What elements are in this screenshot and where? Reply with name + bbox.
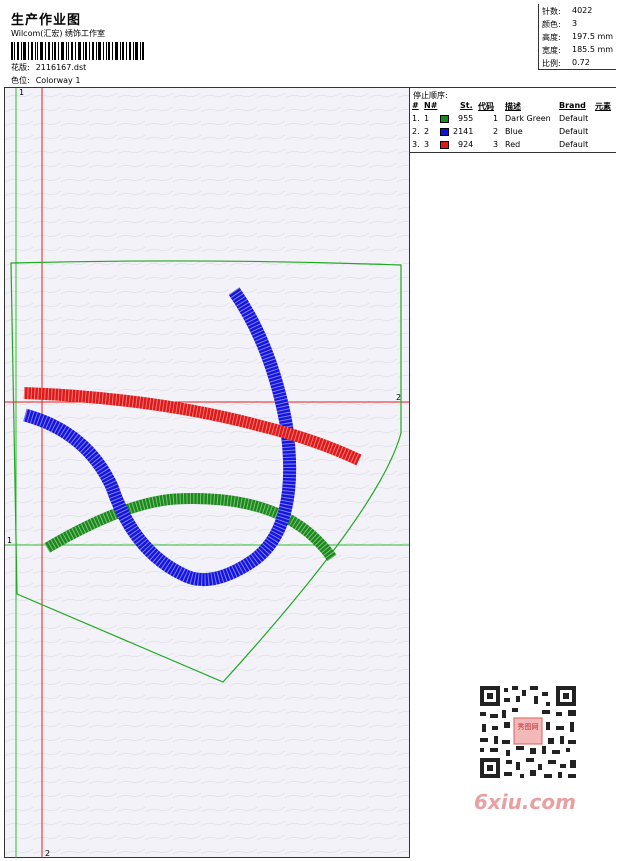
colorway-value: Colorway 1	[35, 76, 81, 85]
col-index: #	[412, 101, 419, 110]
guide-label-red-right: 2	[396, 393, 401, 402]
stat-colors: 颜色: 3	[542, 19, 578, 29]
table-row[interactable]: 1. 1 955 1 Dark Green Default	[410, 114, 616, 127]
col-brand: Brand	[559, 101, 586, 110]
color-swatch	[440, 128, 449, 136]
barcode	[11, 42, 144, 60]
canvas-texture	[5, 88, 409, 858]
col-code: 代码	[478, 102, 494, 111]
design-value: 2116167.dst	[35, 63, 87, 72]
header: 生产作业图 Wilcom(汇宏) 绣饰工作室 花版: 2116167.dst 色位…	[4, 4, 616, 88]
col-element: 元素	[595, 102, 611, 111]
watermark-brand: 6xiu.com	[474, 790, 576, 814]
col-needle: N#	[424, 101, 438, 110]
guide-label-green-left: 1	[7, 536, 12, 545]
table-row[interactable]: 2. 2 2141 2 Blue Default	[410, 127, 616, 140]
col-description: 描述	[505, 102, 521, 111]
qr-code: 秀图网	[472, 682, 584, 782]
watermark-stamp: 秀图网	[513, 717, 543, 745]
guide-label-red-bottom: 2	[45, 849, 50, 858]
guide-label-green-top: 1	[19, 88, 24, 97]
page-title: 生产作业图	[11, 13, 82, 28]
design-canvas[interactable]: 1 1 2 2	[5, 88, 409, 858]
color-swatch	[440, 141, 449, 149]
stat-height: 高度: 197.5 mm	[542, 32, 614, 42]
design-label: 花版:	[11, 63, 30, 72]
company-name: Wilcom(汇宏) 绣饰工作室	[11, 29, 106, 38]
stats-box: 针数: 4022 颜色: 3 高度: 197.5 mm 宽度: 185.5 mm 比例:…	[538, 4, 616, 70]
table-divider	[410, 152, 616, 153]
col-stitches: St.	[460, 101, 473, 110]
colorway-label: 色位:	[11, 76, 30, 85]
design-file-line: 花版: 2116167.dst	[11, 62, 86, 73]
stat-width: 宽度: 185.5 mm	[542, 45, 614, 55]
svg-text:秀图网: 秀图网	[518, 722, 539, 731]
color-swatch	[440, 115, 449, 123]
stat-stitches: 针数: 4022	[542, 6, 593, 16]
colorway-line: 色位: Colorway 1	[11, 75, 80, 86]
stat-scale: 比例: 0.72	[542, 58, 590, 68]
table-header-row: # N# St. 代码 描述 Brand 元素	[410, 100, 616, 113]
